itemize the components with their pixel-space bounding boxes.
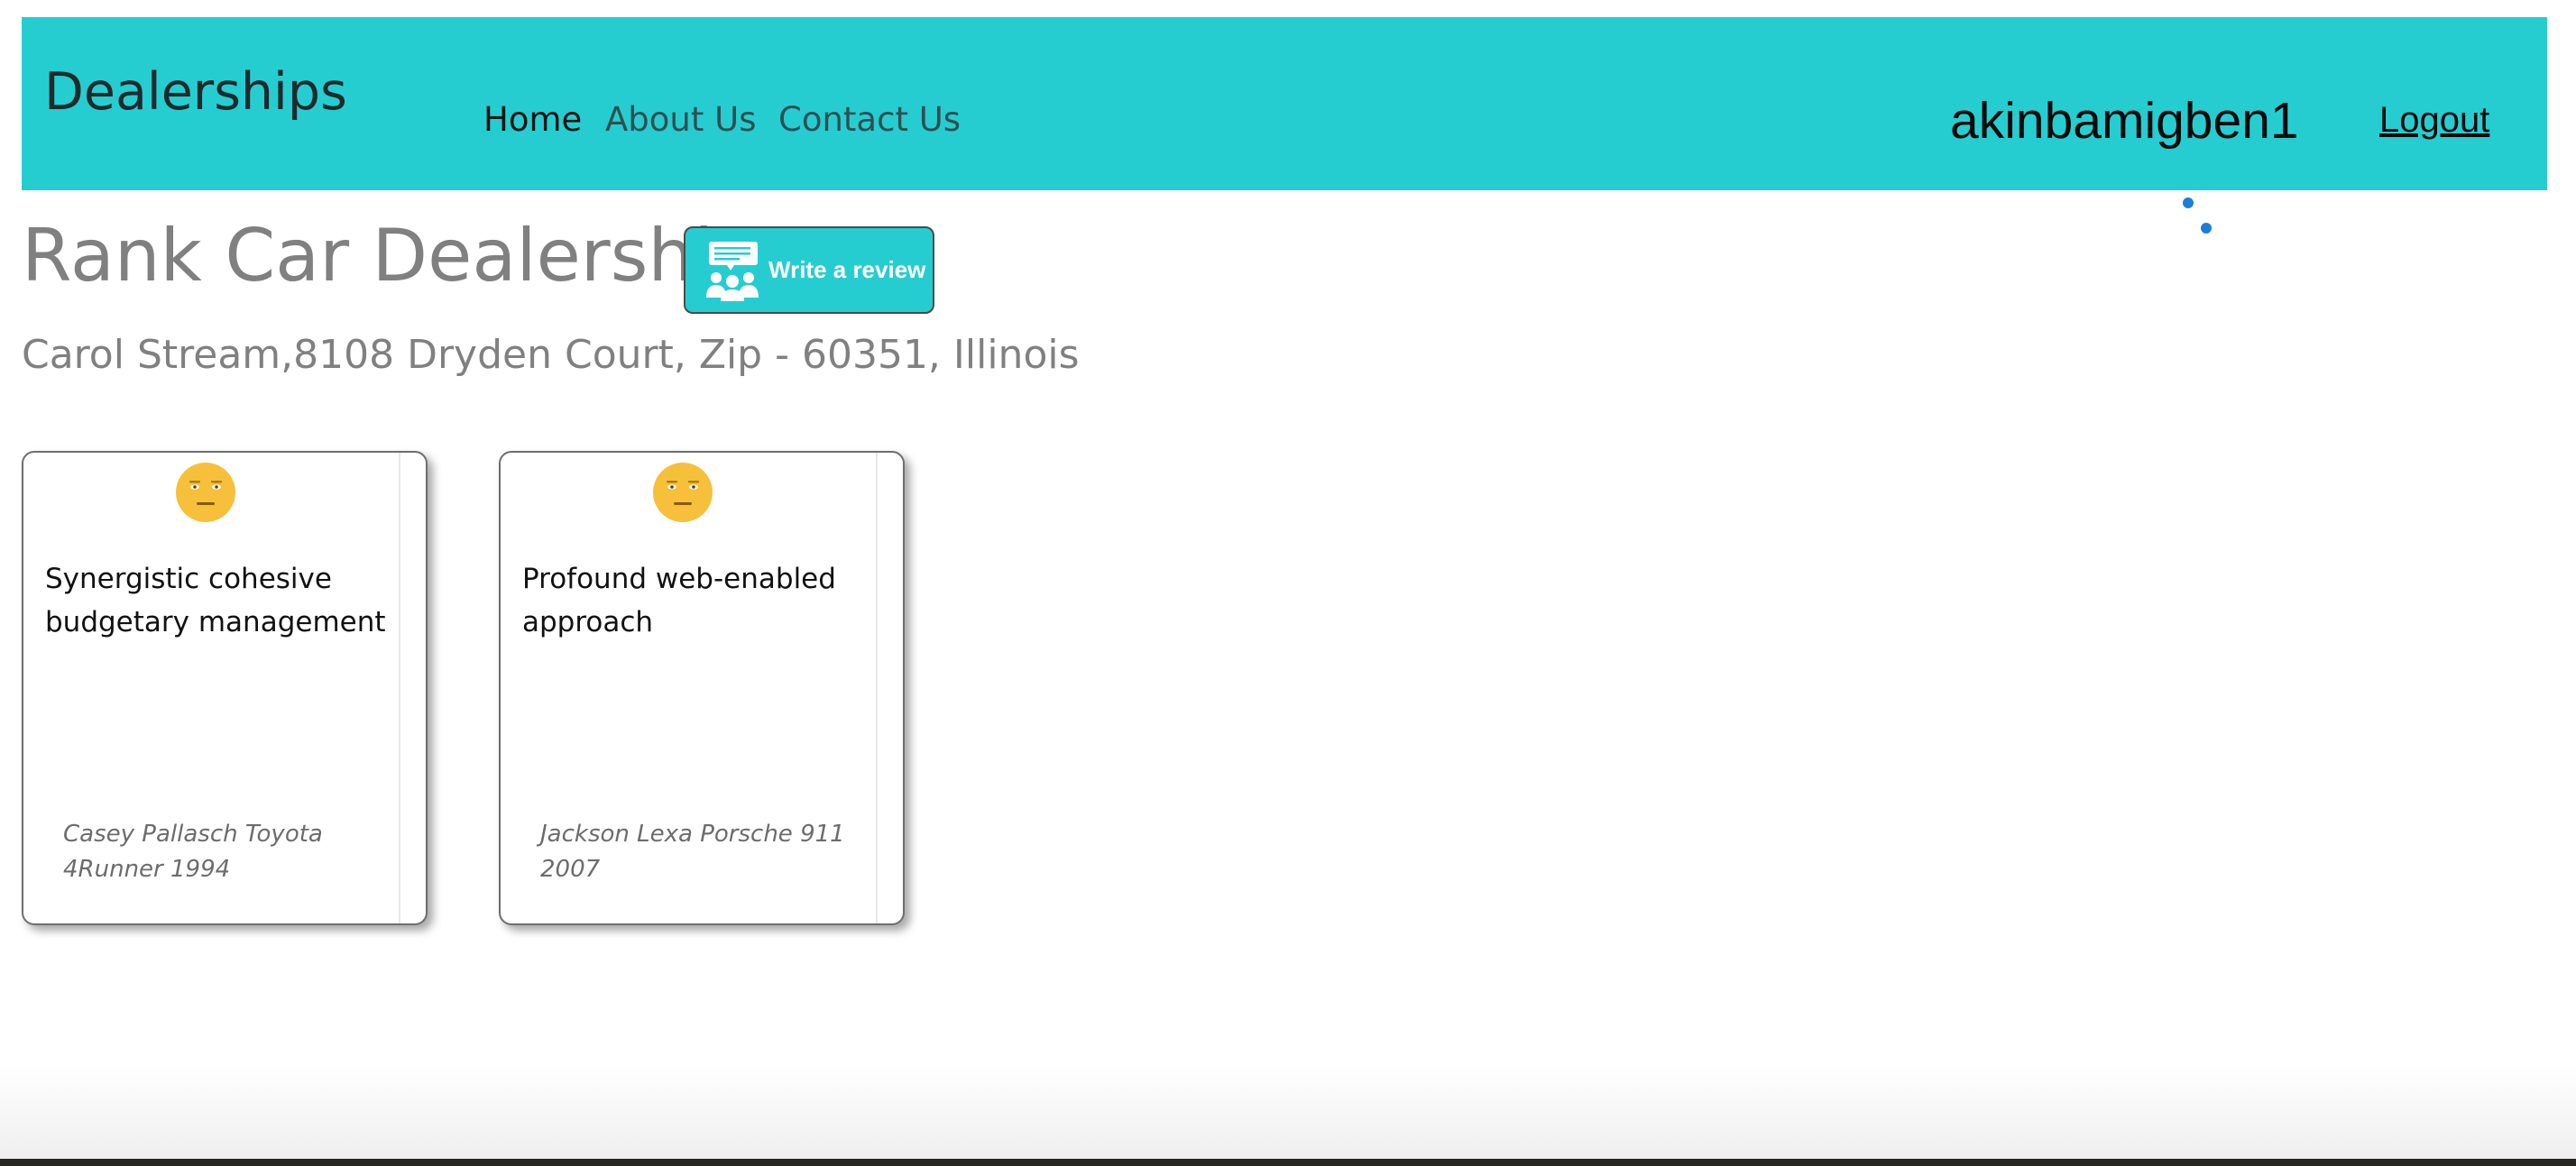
write-review-button[interactable]: Write a review <box>684 226 934 314</box>
neutral-face-icon <box>649 458 717 527</box>
nav-link-home[interactable]: Home <box>483 100 582 140</box>
logout-link[interactable]: Logout <box>2379 100 2489 141</box>
dealer-address: Carol Stream,8108 Dryden Court, Zip - 60… <box>22 332 1080 378</box>
card-scrollbar[interactable] <box>876 453 878 923</box>
review-card: Synergistic cohesive budgetary managemen… <box>22 451 428 925</box>
brand-title[interactable]: Dealerships <box>44 62 347 122</box>
nav-link-about-us[interactable]: About Us <box>605 100 757 140</box>
write-review-label: Write a review <box>768 256 926 283</box>
loading-dot <box>2201 223 2212 234</box>
loading-dot <box>2183 197 2194 208</box>
review-card: Profound web-enabled approach Jackson Le… <box>499 451 905 925</box>
review-chat-icon <box>706 241 759 301</box>
neutral-face-icon <box>171 458 240 527</box>
dealer-name: Rank Car Dealership <box>22 214 760 298</box>
nav-link-contact-us[interactable]: Contact Us <box>778 100 961 140</box>
review-footer: Casey Pallasch Toyota 4Runner 1994 <box>63 821 323 883</box>
bottom-shadow <box>0 1064 2576 1159</box>
review-footer: Jackson Lexa Porsche 911 2007 <box>540 821 845 883</box>
username: akinbamigben1 <box>1950 92 2299 150</box>
bottom-edge <box>0 1159 2576 1166</box>
review-text: Profound web-enabled approach <box>522 563 836 638</box>
card-scrollbar[interactable] <box>399 453 400 923</box>
review-text: Synergistic cohesive budgetary managemen… <box>45 563 386 638</box>
navbar: Dealerships Home About Us Contact Us aki… <box>22 17 2547 190</box>
